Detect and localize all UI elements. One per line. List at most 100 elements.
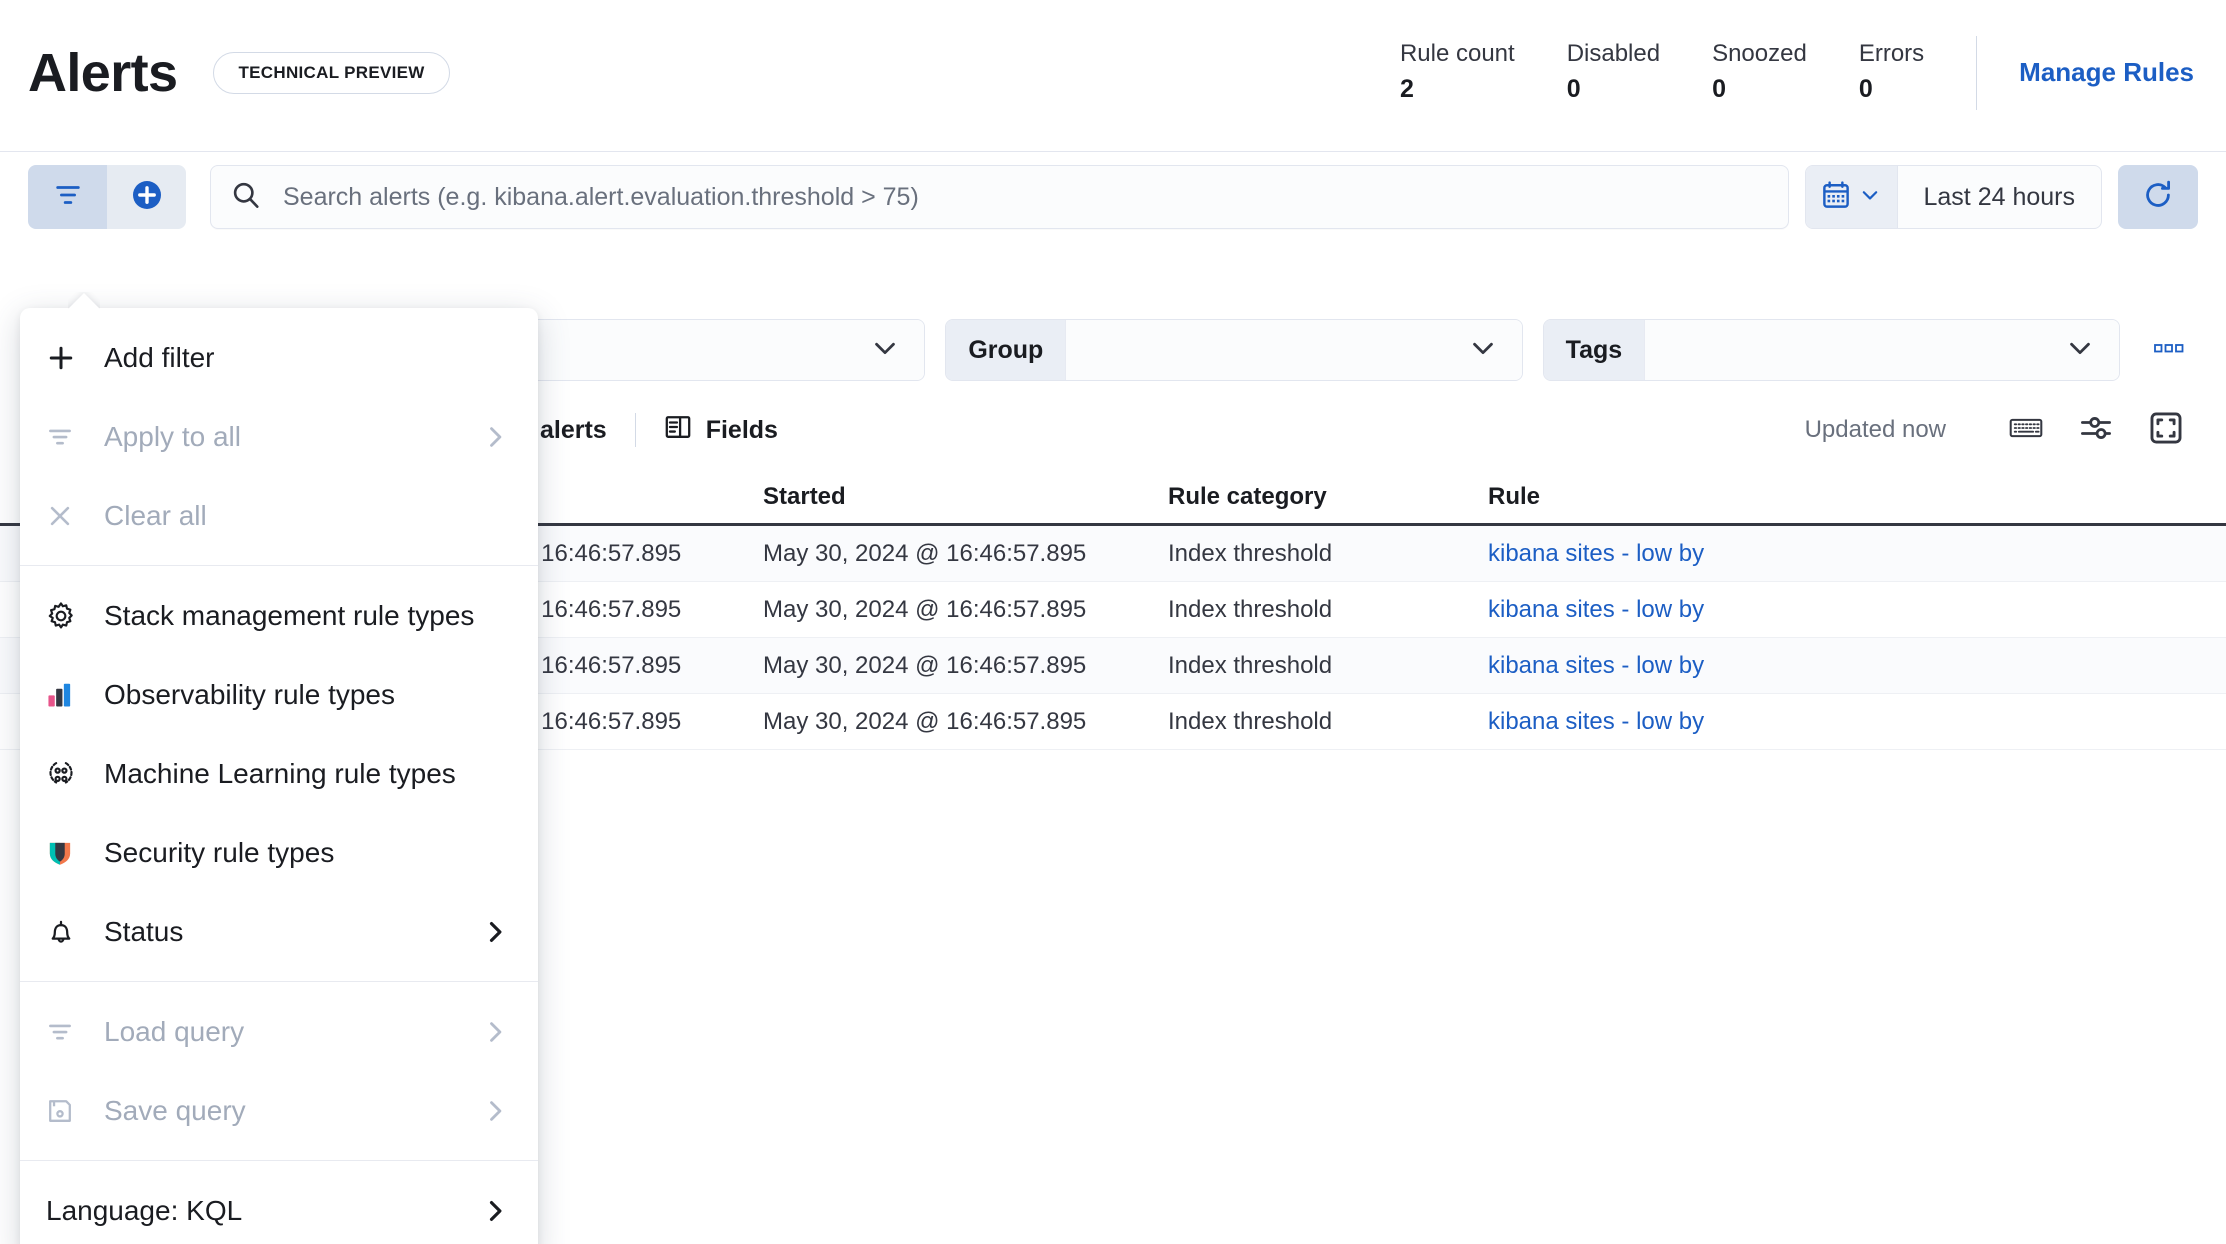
- fields-icon: [664, 413, 692, 448]
- menu-item-status[interactable]: Status: [20, 892, 538, 971]
- controls-more-button[interactable]: [2140, 319, 2198, 381]
- menu-item-observability-rule-types[interactable]: Observability rule types: [20, 655, 538, 734]
- menu-section-query-actions: Load query Save query: [20, 981, 538, 1160]
- cell-started: May 30, 2024 @ 16:46:57.895: [763, 707, 1087, 735]
- stat-value: 0: [1858, 75, 1873, 104]
- chevron-right-icon: [478, 423, 512, 451]
- menu-item-clear-all[interactable]: Clear all: [20, 476, 538, 555]
- date-picker-group: Last 24 hours: [1804, 165, 2102, 229]
- filter-button-group: [28, 165, 186, 229]
- chevron-down-icon: [870, 333, 900, 368]
- rule-link[interactable]: kibana sites - low by: [1488, 652, 1704, 680]
- add-filter-button[interactable]: [107, 165, 186, 229]
- control-label-group: Group: [946, 320, 1067, 380]
- security-shield-icon: [46, 839, 88, 867]
- rule-link[interactable]: kibana sites - low by: [1488, 596, 1704, 624]
- cell-rule-category: Index threshold: [1168, 539, 1333, 567]
- fullscreen-icon: [2149, 411, 2183, 450]
- stat-value: 0: [1712, 75, 1726, 104]
- manage-rules-link[interactable]: Manage Rules: [2019, 57, 2194, 88]
- plus-circle-icon: [131, 179, 163, 216]
- filter-icon: [53, 180, 83, 215]
- cell-rule: kibana sites - low by: [1488, 596, 2226, 624]
- rule-link[interactable]: kibana sites - low by: [1488, 540, 1704, 568]
- refresh-icon: [2142, 179, 2174, 216]
- chevron-right-icon: [478, 1097, 512, 1125]
- query-bar: Search alerts (e.g. kibana.alert.evaluat…: [0, 152, 2226, 242]
- menu-item-apply-to-all[interactable]: Apply to all: [20, 397, 538, 476]
- fullscreen-button[interactable]: [2142, 406, 2190, 454]
- alert-count-label: alerts: [540, 415, 607, 444]
- grid-col-header-rule-category[interactable]: Rule category: [1168, 483, 1488, 511]
- stat-rule-count: Rule count 2: [1400, 39, 1515, 106]
- cell-rule: kibana sites - low by: [1488, 540, 2226, 568]
- search-input-wrapper[interactable]: Search alerts (e.g. kibana.alert.evaluat…: [210, 165, 1789, 229]
- control-select-tags[interactable]: [1645, 320, 2119, 380]
- search-icon: [231, 180, 261, 215]
- rule-link[interactable]: kibana sites - low by: [1488, 708, 1704, 736]
- toolbar-divider: [634, 413, 636, 447]
- filter-menu-button[interactable]: [28, 165, 107, 229]
- menu-item-machine-learning-rule-types[interactable]: Machine Learning rule types: [20, 734, 538, 813]
- controls-more-icon: [2154, 341, 2184, 360]
- menu-item-label: Status: [104, 915, 184, 947]
- filter-icon: [46, 1018, 88, 1046]
- calendar-icon: [1821, 180, 1851, 215]
- menu-item-language[interactable]: Language: KQL: [20, 1171, 538, 1244]
- gear-icon: [46, 601, 88, 631]
- cell-rule-category: Index threshold: [1168, 707, 1333, 735]
- stat-label: Rule count: [1399, 40, 1515, 68]
- menu-item-label: Save query: [104, 1094, 246, 1126]
- keyboard-shortcuts-button[interactable]: [2002, 406, 2050, 454]
- fields-button[interactable]: Fields: [664, 413, 778, 448]
- refresh-button[interactable]: [2118, 165, 2198, 229]
- page-header: Alerts TECHNICAL PREVIEW Rule count 2 Di…: [0, 0, 2226, 152]
- stat-label: Snoozed: [1712, 40, 1807, 68]
- cell-rule: kibana sites - low by: [1488, 652, 2226, 680]
- grid-col-header-rule[interactable]: Rule: [1488, 483, 2226, 511]
- cell-started: May 30, 2024 @ 16:46:57.895: [763, 651, 1087, 679]
- menu-item-load-query[interactable]: Load query: [20, 992, 538, 1071]
- stat-disabled: Disabled 0: [1567, 39, 1660, 106]
- filter-options-popover: Add filter Apply to all Clear all Stack …: [20, 308, 538, 1244]
- stat-snoozed: Snoozed 0: [1712, 39, 1807, 106]
- menu-item-label: Apply to all: [104, 420, 241, 452]
- page-title: Alerts: [28, 42, 178, 103]
- machine-learning-icon: [46, 759, 88, 789]
- control-select-group[interactable]: [1066, 320, 1522, 380]
- menu-section-language: Language: KQL: [20, 1160, 538, 1244]
- header-divider: [1976, 35, 1978, 110]
- menu-item-label: Load query: [104, 1015, 245, 1047]
- chevron-down-icon: [1859, 184, 1881, 211]
- menu-item-stack-management-rule-types[interactable]: Stack management rule types: [20, 576, 538, 655]
- save-icon: [46, 1097, 88, 1125]
- control-group[interactable]: Group: [945, 319, 1523, 381]
- menu-item-label: Add filter: [104, 341, 215, 373]
- grid-col-header-started[interactable]: Started: [763, 483, 1168, 511]
- control-label-tags: Tags: [1543, 320, 1646, 380]
- observability-icon: [46, 681, 88, 709]
- display-options-button[interactable]: [2072, 406, 2120, 454]
- date-range-display[interactable]: Last 24 hours: [1898, 166, 2102, 228]
- menu-item-add-filter[interactable]: Add filter: [20, 318, 538, 397]
- cell-rule-category: Index threshold: [1168, 651, 1333, 679]
- stat-value: 0: [1566, 75, 1581, 104]
- keyboard-icon: [2009, 411, 2043, 450]
- menu-section-filter-actions: Add filter Apply to all Clear all: [20, 308, 538, 565]
- search-input[interactable]: Search alerts (e.g. kibana.alert.evaluat…: [283, 183, 919, 212]
- date-quick-select-button[interactable]: [1805, 166, 1898, 228]
- chevron-right-icon: [478, 918, 512, 946]
- popover-arrow: [68, 292, 100, 309]
- menu-item-label: Observability rule types: [104, 678, 396, 710]
- control-tags[interactable]: Tags: [1542, 319, 2120, 381]
- menu-item-label: Machine Learning rule types: [104, 757, 456, 789]
- technical-preview-badge: TECHNICAL PREVIEW: [213, 51, 450, 94]
- alerts-page: Alerts TECHNICAL PREVIEW Rule count 2 Di…: [0, 0, 2226, 1244]
- stat-value: 2: [1399, 75, 1414, 104]
- cross-icon: [46, 502, 88, 530]
- menu-section-rule-types: Stack management rule types Observabilit…: [20, 565, 538, 981]
- fields-button-label: Fields: [705, 415, 778, 444]
- menu-item-save-query[interactable]: Save query: [20, 1071, 538, 1150]
- menu-item-security-rule-types[interactable]: Security rule types: [20, 813, 538, 892]
- menu-item-label: Clear all: [104, 499, 207, 531]
